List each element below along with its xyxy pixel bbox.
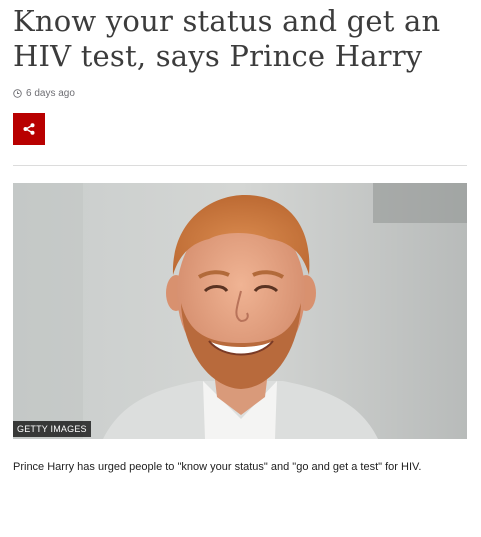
article-meta: 6 days ago [13, 86, 467, 100]
article-timestamp: 6 days ago [26, 87, 75, 99]
share-button[interactable] [13, 113, 45, 145]
portrait-photo [13, 183, 467, 439]
image-caption: Prince Harry has urged people to "know y… [13, 461, 422, 473]
article-image: GETTY IMAGES [13, 183, 467, 439]
clock-icon [13, 88, 22, 98]
share-icon [23, 123, 35, 135]
image-credit: GETTY IMAGES [13, 421, 91, 437]
article-headline: Know your status and get an HIV test, sa… [13, 4, 441, 73]
article: Know your status and get an HIV test, sa… [13, 0, 467, 475]
divider [13, 165, 467, 166]
